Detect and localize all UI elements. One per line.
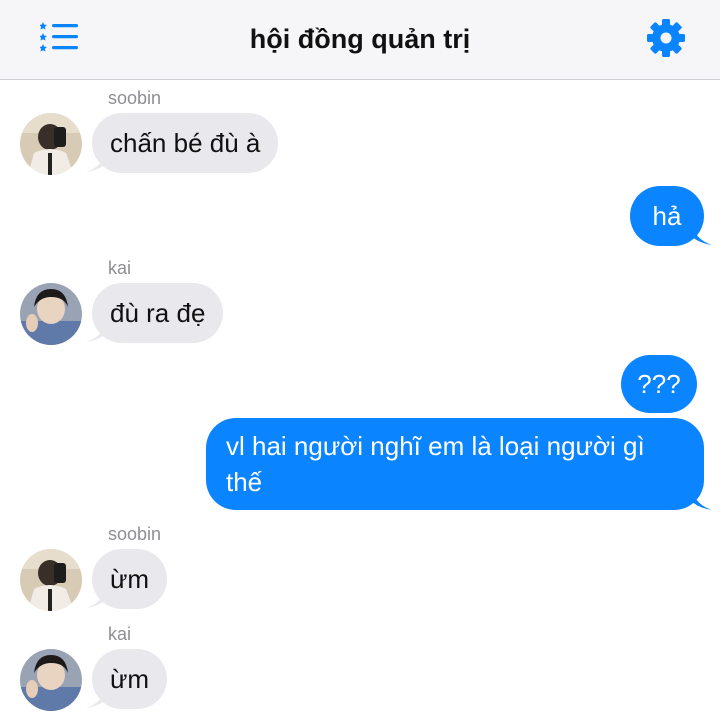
message-bubble-incoming[interactable]: ừm [92, 649, 168, 709]
message-bubble-incoming[interactable]: ừm [92, 549, 168, 609]
message-bubble-outgoing[interactable]: vl hai người nghĩ em là loại người gì th… [206, 418, 704, 510]
nav-bar: hội đồng quản trị [0, 0, 720, 80]
avatar-kai[interactable] [20, 283, 82, 345]
sender-name: soobin [108, 524, 162, 544]
avatar-soobin[interactable] [20, 549, 82, 611]
list-icon[interactable] [39, 20, 80, 54]
avatar-soobin[interactable] [20, 113, 82, 175]
message-bubble-outgoing[interactable]: ??? [621, 355, 697, 413]
gear-icon[interactable] [646, 18, 686, 58]
message-bubble-incoming[interactable]: đù ra đẹ [92, 283, 224, 343]
sender-name: kai [108, 624, 132, 644]
conversation-title: hội đồng quản trị [249, 24, 471, 54]
sender-name: soobin [108, 88, 162, 108]
bubble-tail [690, 488, 712, 510]
message-bubble-incoming[interactable]: chấn bé đù à [92, 113, 279, 173]
sender-name: kai [108, 258, 132, 278]
message-list[interactable]: soobin chấn bé đù à hả kai đù ra đẹ ??? … [0, 80, 720, 720]
avatar-kai[interactable] [20, 649, 82, 711]
bubble-tail [690, 223, 712, 245]
chat-screen: hội đồng quản trị soobin chấn bé đù à hả… [0, 0, 720, 720]
